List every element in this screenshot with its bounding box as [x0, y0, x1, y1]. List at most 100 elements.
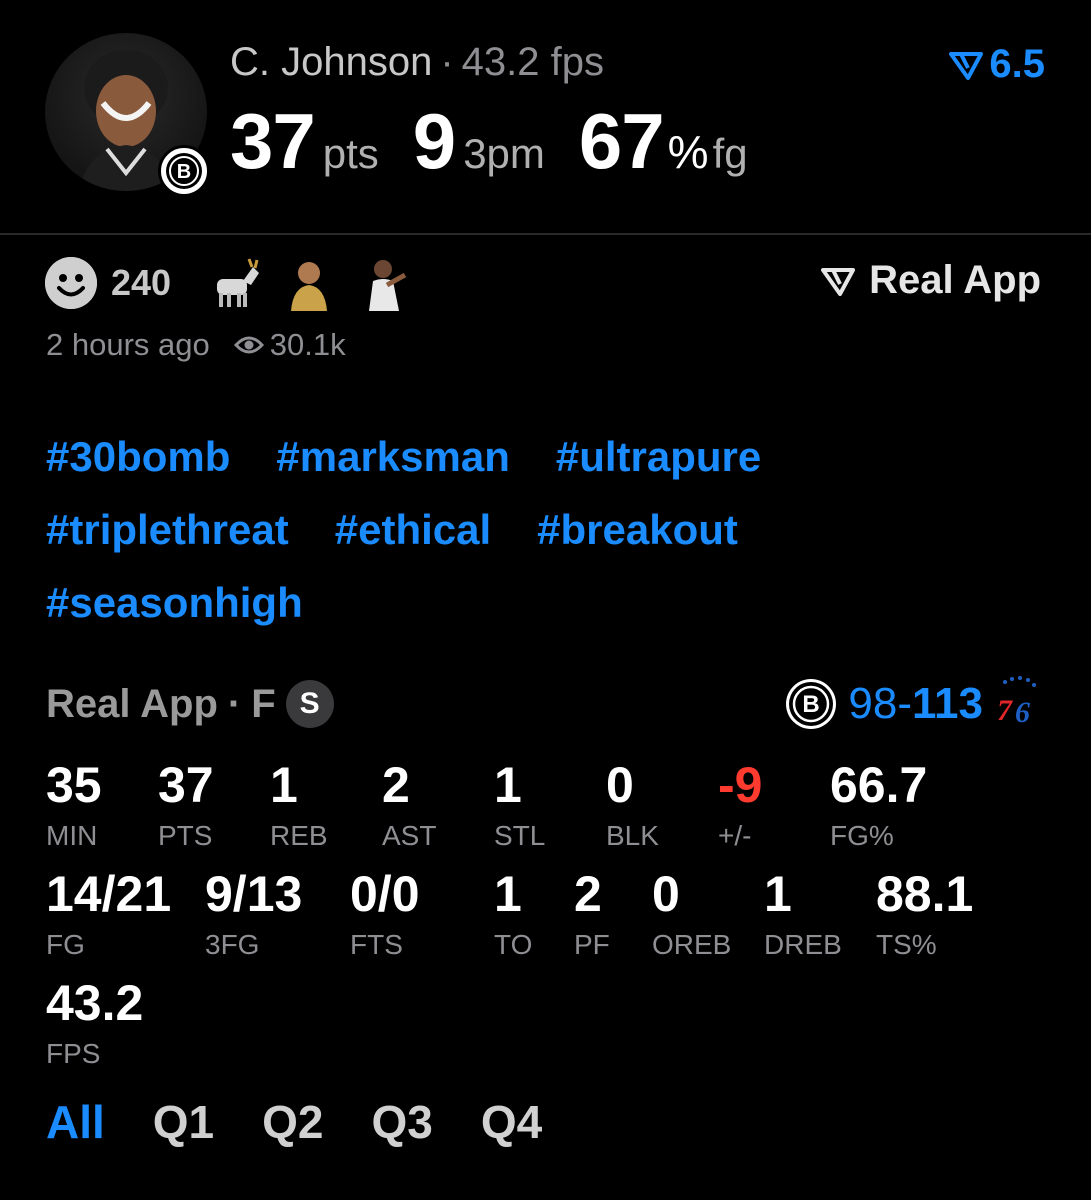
stat-value: 66.7	[830, 757, 928, 813]
headline-stats: 37 pts 9 3pm 67%fg	[230, 96, 748, 187]
stat-ts-pct: 88.1 TS%	[876, 869, 973, 961]
svg-text:7: 7	[997, 694, 1013, 726]
stat-plus-minus: -9 +/-	[718, 760, 762, 852]
stat-label: TO	[494, 929, 533, 960]
stat-value: 0	[652, 866, 680, 922]
stat-value: 0/0	[350, 866, 420, 922]
reactions-row: 240	[45, 255, 413, 311]
eye-icon	[233, 336, 264, 354]
reaction-count: 240	[111, 262, 172, 303]
stat-value: 2	[382, 757, 410, 813]
player-name-line: C. Johnson · 43.2 fps	[230, 40, 604, 85]
hashtag-row: #seasonhigh	[46, 566, 1046, 639]
real-v-logo-icon	[821, 267, 856, 296]
stat-label: PTS	[158, 820, 213, 851]
stat-label: OREB	[652, 929, 732, 960]
tab-q4[interactable]: Q4	[481, 1095, 542, 1149]
hashtag[interactable]: #marksman	[276, 433, 509, 481]
player-name[interactable]: C. Johnson	[230, 40, 432, 84]
threes-value: 9	[412, 97, 456, 185]
stat-label: MIN	[46, 820, 98, 851]
stat-value: 35	[46, 757, 102, 813]
separator: ·	[227, 681, 242, 726]
tab-q3[interactable]: Q3	[372, 1095, 433, 1149]
svg-text:B: B	[803, 691, 820, 718]
game-source-label: Real App	[46, 681, 218, 726]
stat-value: 1	[270, 757, 298, 813]
game-source: Real App · F S	[46, 680, 334, 728]
percent-symbol: %	[667, 126, 709, 178]
brand-label: Real App	[869, 258, 1041, 302]
hashtag-row: #30bomb #marksman #ultrapure	[46, 420, 1046, 493]
stat-label: STL	[494, 820, 546, 851]
stat-label: +/-	[718, 820, 752, 851]
stat-blk: 0 BLK	[606, 760, 659, 852]
stat-value: 43.2	[46, 975, 144, 1031]
hashtag[interactable]: #ethical	[335, 506, 491, 554]
post-meta: 2 hours ago 30.1k	[46, 327, 346, 363]
score-dash: -	[897, 678, 913, 728]
smile-icon[interactable]	[45, 257, 97, 309]
stat-fg-pct: 66.7 FG%	[830, 760, 927, 852]
hashtag[interactable]: #30bomb	[46, 433, 230, 481]
points-unit: pts	[322, 130, 379, 177]
stat-ast: 2 AST	[382, 760, 436, 852]
player-fps: 43.2 fps	[461, 40, 604, 84]
stat-value: 88.1	[876, 866, 974, 922]
stat-label: FG%	[830, 820, 894, 851]
stat-label: PF	[574, 929, 610, 960]
tab-q2[interactable]: Q2	[262, 1095, 323, 1149]
hashtag[interactable]: #triplethreat	[46, 506, 289, 554]
stat-label: DREB	[764, 929, 842, 960]
stat-value: 0	[606, 757, 634, 813]
stat-label: AST	[382, 820, 437, 851]
stat-fts: 0/0 FTS	[350, 869, 420, 961]
stat-value: 14/21	[46, 866, 172, 922]
stat-label: 3FG	[205, 929, 260, 960]
player-sticker-1-icon[interactable]	[281, 255, 337, 311]
stat-value: 1	[764, 866, 792, 922]
goat-emoji-icon[interactable]	[205, 255, 261, 311]
player-sticker-2-icon[interactable]	[357, 255, 413, 311]
hashtag[interactable]: #breakout	[537, 506, 738, 554]
stat-label: BLK	[606, 820, 659, 851]
tab-all[interactable]: All	[46, 1095, 105, 1149]
stat-pf: 2 PF	[574, 869, 610, 961]
stat-fg: 14/21 FG	[46, 869, 171, 961]
stat-label: REB	[270, 820, 328, 851]
rating-value: 6.5	[989, 42, 1045, 86]
home-score: 98	[848, 678, 898, 728]
stat-reb: 1 REB	[270, 760, 328, 852]
stat-fps: 43.2 FPS	[46, 978, 143, 1070]
away-score: 113	[912, 678, 983, 728]
stat-pts: 37 PTS	[158, 760, 214, 852]
hashtag[interactable]: #ultrapure	[556, 433, 761, 481]
stat-label: TS%	[876, 929, 937, 960]
view-count: 30.1k	[233, 327, 346, 363]
svg-text:6: 6	[1015, 696, 1030, 726]
hashtag-row: #triplethreat #ethical #breakout	[46, 493, 1046, 566]
stat-value: 1	[494, 757, 522, 813]
stat-dreb: 1 DREB	[764, 869, 842, 961]
game-score[interactable]: B 98-113 7 6	[786, 676, 1041, 731]
tab-q1[interactable]: Q1	[153, 1095, 214, 1149]
divider	[0, 233, 1091, 235]
threes-unit: 3pm	[463, 130, 545, 177]
rating-score[interactable]: 6.5	[949, 42, 1045, 87]
nets-logo-icon: B	[786, 678, 837, 729]
points-value: 37	[230, 97, 316, 185]
stat-label: FTS	[350, 929, 403, 960]
brand-link[interactable]: Real App	[821, 258, 1041, 303]
stat-value: 9/13	[205, 866, 303, 922]
fg-unit: fg	[712, 130, 748, 177]
team-logo-icon: B	[158, 145, 210, 197]
stat-oreb: 0 OREB	[652, 869, 731, 961]
stat-value: 1	[494, 866, 522, 922]
stat-value: 2	[574, 866, 602, 922]
hashtag[interactable]: #seasonhigh	[46, 579, 303, 627]
stat-value: 37	[158, 757, 214, 813]
s-badge[interactable]: S	[285, 680, 334, 728]
post-time: 2 hours ago	[46, 327, 210, 362]
separator: ·	[440, 40, 454, 84]
stat-label: FG	[46, 929, 85, 960]
